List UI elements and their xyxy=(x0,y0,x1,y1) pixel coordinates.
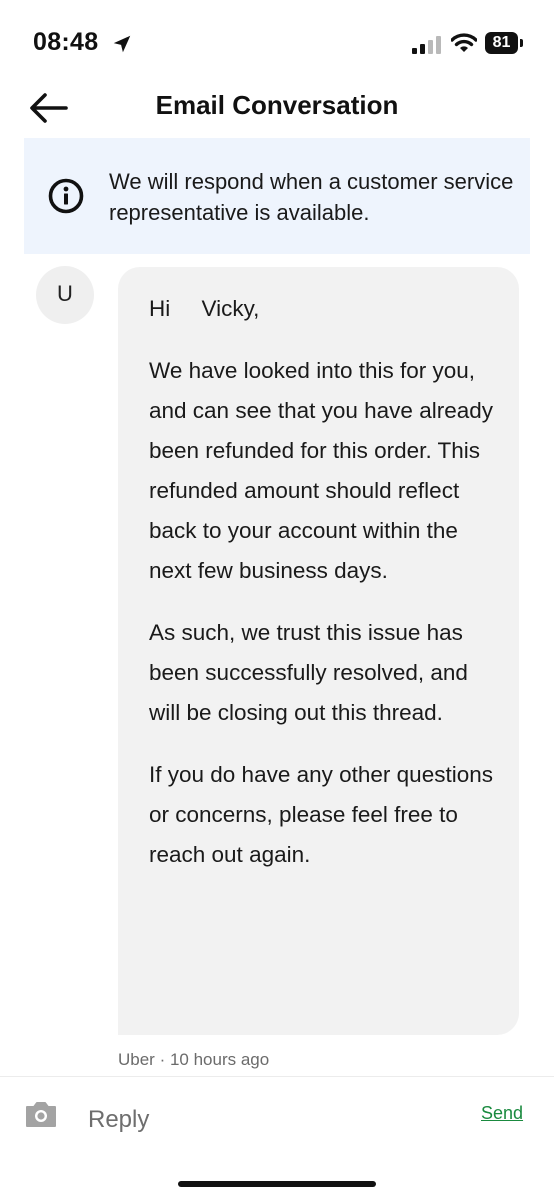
message-paragraph: As such, we trust this issue has been su… xyxy=(149,620,468,725)
wifi-icon xyxy=(451,33,477,52)
home-indicator[interactable] xyxy=(178,1181,376,1187)
message-meta: Uber · 10 hours ago xyxy=(118,1050,270,1069)
camera-icon[interactable] xyxy=(24,1099,58,1129)
page-title: Email Conversation xyxy=(155,90,399,120)
send-button[interactable]: Send xyxy=(481,1103,523,1124)
reply-input[interactable] xyxy=(88,1103,428,1137)
status-bar: 08:48 81 xyxy=(0,0,554,90)
battery-icon: 81 xyxy=(485,32,523,54)
battery-level: 81 xyxy=(485,32,518,54)
message-greeting: Hi Vicky, xyxy=(149,296,260,321)
cellular-signal-icon xyxy=(412,36,441,54)
info-banner: We will respond when a customer service … xyxy=(24,138,530,254)
info-icon xyxy=(48,178,84,214)
message-paragraph: We have looked into this for you, and ca… xyxy=(149,358,493,583)
location-arrow-icon xyxy=(113,35,131,53)
battery-cap xyxy=(520,39,523,47)
message-paragraph: If you do have any other questions or co… xyxy=(149,762,493,867)
header: Email Conversation xyxy=(0,78,554,136)
info-banner-text: We will respond when a customer service … xyxy=(109,169,514,225)
message-body: Hi Vicky, We have looked into this for y… xyxy=(149,289,499,897)
message-bubble: Hi Vicky, We have looked into this for y… xyxy=(118,267,519,1035)
status-time: 08:48 xyxy=(33,28,99,56)
avatar: U xyxy=(36,266,94,324)
